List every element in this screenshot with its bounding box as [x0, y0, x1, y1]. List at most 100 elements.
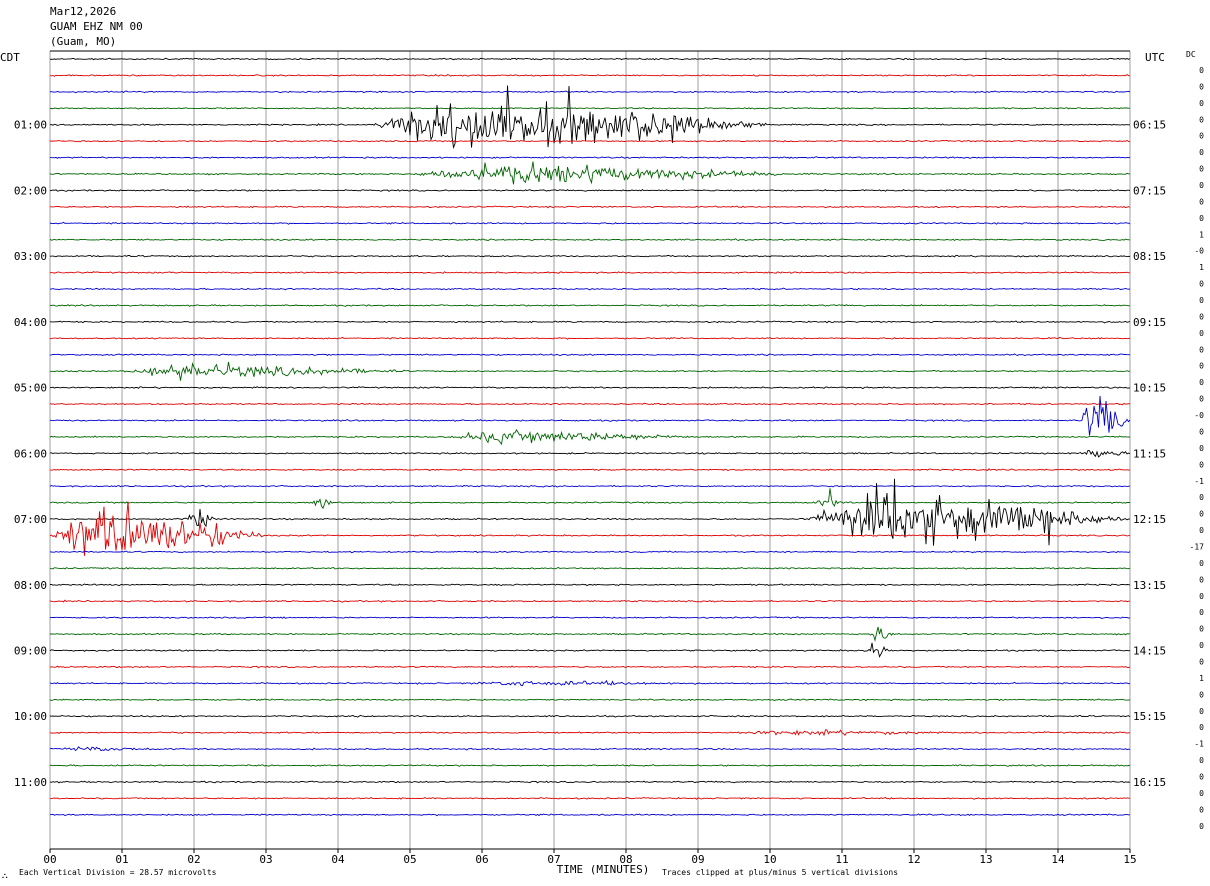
dc-offset-value: 0: [1199, 707, 1204, 716]
dc-offset-value: 0: [1199, 329, 1204, 338]
right-hour-label: 16:15: [1133, 776, 1166, 789]
trace-10: [50, 205, 1131, 209]
dc-offset-value: -1: [1194, 740, 1204, 749]
dc-offset-value: 0: [1199, 526, 1204, 535]
x-axis-title: TIME (MINUTES): [557, 863, 650, 876]
trace-2: [49, 74, 1131, 77]
dc-offset-value: 0: [1199, 312, 1204, 321]
dc-offset-value: 0: [1199, 280, 1204, 289]
trace-47: [49, 813, 1131, 817]
trace-40: [49, 698, 1131, 702]
dc-offset-value: -1: [1194, 477, 1204, 486]
x-tick-label: 14: [1051, 853, 1065, 866]
dc-offset-value: 0: [1199, 822, 1204, 831]
trace-39: [49, 679, 1131, 687]
trace-21: [49, 386, 1131, 390]
right-hour-label: 06:15: [1133, 119, 1166, 132]
dc-offset-value: 0: [1199, 493, 1204, 502]
x-tick-label: 12: [907, 853, 920, 866]
dc-offset-value: 0: [1199, 378, 1204, 387]
trace-27: [49, 484, 1131, 488]
x-tick-label: 00: [43, 853, 56, 866]
trace-42: [49, 729, 1131, 737]
dc-offset-value: 0: [1199, 575, 1204, 584]
dc-offset-value: 0: [1199, 690, 1204, 699]
trace-35: [49, 616, 1131, 619]
left-hour-label: 03:00: [14, 250, 47, 263]
trace-33: [50, 583, 1131, 587]
trace-3: [49, 90, 1131, 94]
dc-offset-value: 0: [1199, 559, 1204, 568]
trace-9: [49, 189, 1131, 192]
trace-45: [49, 780, 1131, 784]
trace-8: [49, 161, 1131, 185]
dc-offset-value: 0: [1199, 214, 1204, 223]
dc-offset-value: 0: [1199, 66, 1204, 75]
trace-24: [49, 429, 1131, 446]
dc-offset-value: 0: [1199, 641, 1204, 650]
dc-offset-value: 0: [1199, 181, 1204, 190]
dc-offset-value: 0: [1199, 99, 1204, 108]
dc-offset-value: 1: [1199, 263, 1204, 272]
x-tick-label: 02: [187, 853, 200, 866]
dc-offset-value: 0: [1199, 82, 1204, 91]
right-hour-label: 15:15: [1133, 710, 1166, 723]
dc-offset-value: 0: [1199, 148, 1204, 157]
dc-offset-value: 0: [1199, 132, 1204, 141]
right-hour-label: 09:15: [1133, 316, 1166, 329]
dc-offset-value: 0: [1199, 789, 1204, 798]
dc-offset-value: -17: [1190, 542, 1205, 551]
left-hour-label: 06:00: [14, 447, 47, 460]
seismic-traces: [49, 57, 1131, 817]
trace-44: [49, 764, 1131, 767]
trace-37: [49, 642, 1131, 658]
dc-offset-value: 1: [1199, 230, 1204, 239]
x-tick-label: 04: [331, 853, 345, 866]
trace-18: [49, 336, 1131, 340]
x-tick-label: 10: [763, 853, 776, 866]
x-tick-label: 09: [691, 853, 704, 866]
trace-15: [50, 287, 1131, 291]
trace-6: [49, 139, 1130, 143]
dc-offset-value: 0: [1199, 592, 1204, 601]
axes: 00 01 02 03 04 05 06 07 08 09 10 11 12 13 14 1501:00 06:…: [14, 66, 1204, 866]
trace-1: [49, 57, 1131, 61]
dc-offset-value: 1: [1199, 674, 1204, 683]
dc-offset-value: 0: [1199, 625, 1204, 634]
right-timezone-label: UTC: [1145, 51, 1165, 64]
trace-12: [49, 238, 1131, 242]
trace-28: [49, 488, 1130, 510]
trace-26: [50, 468, 1131, 472]
x-tick-label: 15: [1123, 853, 1136, 866]
clip-note: Traces clipped at plus/minus 5 vertical …: [662, 868, 898, 877]
dc-offset-value: 0: [1199, 510, 1204, 519]
trace-14: [49, 271, 1131, 275]
x-tick-label: 05: [403, 853, 416, 866]
trace-31: [49, 550, 1131, 554]
trace-17: [49, 320, 1131, 324]
left-hour-label: 01:00: [14, 119, 47, 132]
dc-offset-value: 0: [1199, 362, 1204, 371]
dc-offset-value: 0: [1199, 805, 1204, 814]
minute-grid: [49, 50, 1131, 850]
dc-offset-value: 0: [1199, 427, 1204, 436]
trace-7: [49, 156, 1131, 159]
left-hour-label: 08:00: [14, 579, 47, 592]
scale-note: Each Vertical Division = 28.57 microvolt…: [19, 868, 217, 877]
trace-5: [49, 85, 1130, 150]
dc-offset-value: 0: [1199, 608, 1204, 617]
dc-offset-value: -0: [1194, 411, 1204, 420]
trace-32: [49, 566, 1131, 570]
seismogram-plot: 00 01 02 03 04 05 06 07 08 09 10 11 12 13 14 1501:00 06:…: [0, 50, 1204, 880]
trace-20: [50, 361, 1131, 381]
trace-41: [49, 714, 1131, 718]
dc-offset-value: 0: [1199, 756, 1204, 765]
logo-mark: ⛬: [2, 871, 8, 880]
left-hour-label: 07:00: [14, 513, 47, 526]
left-hour-label: 02:00: [14, 184, 47, 197]
left-hour-label: 05:00: [14, 382, 47, 395]
dc-offset-value: 0: [1199, 657, 1204, 666]
right-hour-label: 11:15: [1133, 447, 1166, 460]
dc-offset-value: 0: [1199, 395, 1204, 404]
trace-36: [49, 626, 1131, 642]
